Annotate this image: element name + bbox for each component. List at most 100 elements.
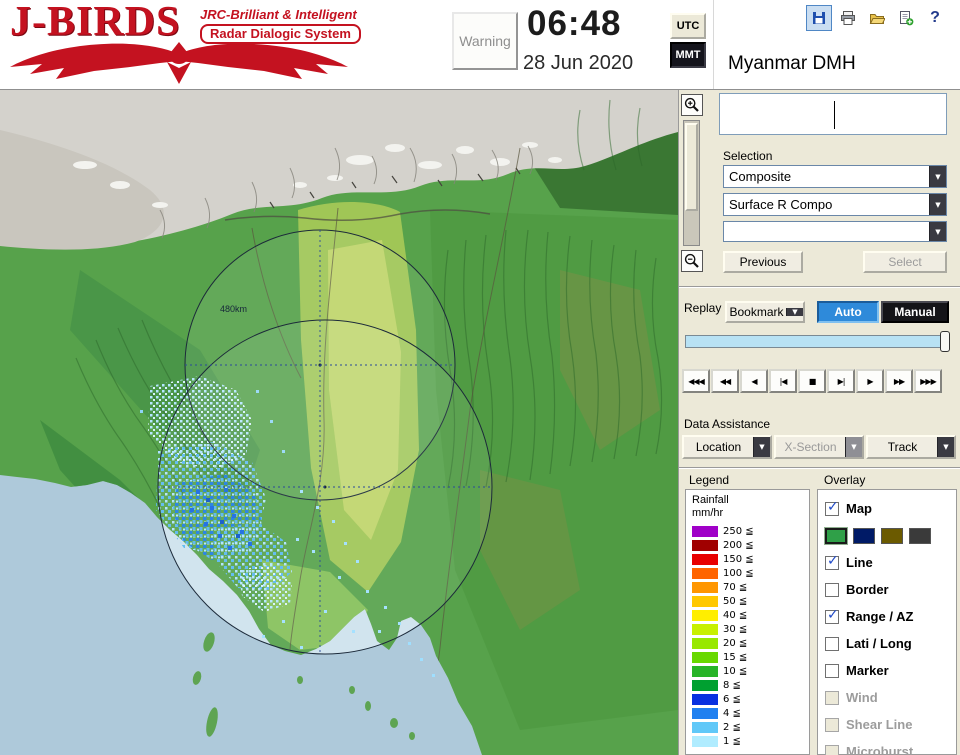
- sub-product-combo[interactable]: ▼: [723, 221, 947, 242]
- composite-combo[interactable]: Composite ▼: [723, 165, 947, 188]
- legend-row: 20 ≦: [692, 636, 803, 650]
- manual-toggle-button[interactable]: Manual: [881, 301, 949, 323]
- control-panel: Selection Composite ▼ Surface R Compo ▼ …: [678, 90, 960, 755]
- help-button[interactable]: ?: [922, 5, 948, 31]
- rainfall-legend: Rainfall mm/hr 250 ≦ 200 ≦ 150 ≦ 100 ≦ 7…: [685, 489, 810, 755]
- playback-button[interactable]: ▶: [856, 369, 884, 393]
- playback-button[interactable]: |◀: [769, 369, 797, 393]
- playback-button[interactable]: ◀: [740, 369, 768, 393]
- checkbox[interactable]: [825, 663, 839, 678]
- legend-row: 2 ≦: [692, 720, 803, 734]
- print-icon: [841, 11, 855, 25]
- overlay-item[interactable]: Range / AZ: [825, 603, 949, 630]
- map-color-swatch[interactable]: [824, 526, 848, 545]
- checkbox[interactable]: [825, 636, 839, 651]
- clock-time: 06:48: [527, 4, 622, 43]
- legend-row: 6 ≦: [692, 692, 803, 706]
- legend-color-swatch: [692, 595, 718, 607]
- data-assistance-button[interactable]: Track ▼: [866, 435, 956, 459]
- data-assistance-button[interactable]: Location ▼: [682, 435, 772, 459]
- checkbox[interactable]: [825, 744, 839, 755]
- legend-color-swatch: [692, 693, 718, 705]
- overlay-item[interactable]: Border: [825, 576, 949, 603]
- checkbox[interactable]: [825, 582, 839, 597]
- open-folder-icon: [869, 14, 885, 24]
- utc-toggle-button[interactable]: UTC: [670, 13, 706, 39]
- save-icon: [813, 12, 825, 24]
- replay-label: Replay: [684, 301, 722, 315]
- data-assistance-label: Data Assistance: [684, 417, 771, 431]
- chevron-down-icon[interactable]: ▼: [786, 308, 803, 316]
- playback-button[interactable]: ◀◀: [711, 369, 739, 393]
- help-icon: ?: [930, 9, 940, 26]
- clock-date: 28 Jun 2020: [523, 52, 634, 74]
- overlay-item[interactable]: Lati / Long: [825, 630, 949, 657]
- legend-row: 150 ≦: [692, 552, 803, 566]
- chevron-down-icon[interactable]: ▼: [937, 437, 954, 457]
- checkbox[interactable]: [825, 553, 839, 570]
- select-button[interactable]: Select: [863, 251, 947, 273]
- checkbox[interactable]: [825, 717, 839, 732]
- header-bar: J-BIRDS JRC-Brilliant & Intelligent Rada…: [0, 0, 960, 90]
- legend-color-swatch: [692, 623, 718, 635]
- overlay-item[interactable]: Map: [825, 495, 949, 522]
- overlay-item[interactable]: Line: [825, 549, 949, 576]
- print-button[interactable]: [835, 5, 861, 31]
- bookmark-button[interactable]: Bookmark ▼: [725, 301, 805, 323]
- jbirds-app: J-BIRDS JRC-Brilliant & Intelligent Rada…: [0, 0, 960, 755]
- replay-slider-handle[interactable]: [940, 331, 950, 352]
- playback-button[interactable]: ▶|: [827, 369, 855, 393]
- checkbox[interactable]: [825, 690, 839, 705]
- legend-row: 4 ≦: [692, 706, 803, 720]
- playback-button[interactable]: ▶▶: [885, 369, 913, 393]
- map-color-options: [824, 522, 949, 549]
- zoom-in-icon: [684, 97, 699, 112]
- map-color-swatch[interactable]: [881, 527, 903, 544]
- checkbox[interactable]: [825, 607, 839, 624]
- zoom-in-button[interactable]: [681, 94, 703, 116]
- product-combo[interactable]: Surface R Compo ▼: [723, 193, 947, 216]
- eagle-logo-icon: [10, 42, 348, 84]
- map-color-swatch[interactable]: [909, 527, 931, 544]
- text-caret: [834, 101, 835, 129]
- data-assistance-button[interactable]: X-Section ▼: [774, 435, 864, 459]
- logo-tagline-1: JRC-Brilliant & Intelligent: [200, 7, 357, 22]
- previous-button[interactable]: Previous: [723, 251, 803, 273]
- export-button[interactable]: [893, 5, 919, 31]
- legend-color-swatch: [692, 525, 718, 537]
- overlay-item[interactable]: Microburst: [825, 738, 949, 755]
- overlay-item[interactable]: Shear Line: [825, 711, 949, 738]
- legend-row: 40 ≦: [692, 608, 803, 622]
- map-color-swatch[interactable]: [853, 527, 875, 544]
- zoom-scrollbar-thumb[interactable]: [685, 123, 698, 211]
- overlay-label: Overlay: [824, 473, 866, 487]
- radar-map[interactable]: 480km: [0, 90, 678, 755]
- legend-row: 15 ≦: [692, 650, 803, 664]
- playback-button[interactable]: ■: [798, 369, 826, 393]
- chevron-down-icon[interactable]: ▼: [929, 222, 946, 241]
- chevron-down-icon[interactable]: ▼: [929, 166, 946, 187]
- overlay-item[interactable]: Marker: [825, 657, 949, 684]
- legend-row: 10 ≦: [692, 664, 803, 678]
- save-button[interactable]: [806, 5, 832, 31]
- auto-toggle-button[interactable]: Auto: [817, 301, 879, 323]
- chevron-down-icon[interactable]: ▼: [845, 437, 862, 457]
- legend-color-swatch: [692, 651, 718, 663]
- chevron-down-icon[interactable]: ▼: [929, 194, 946, 215]
- legend-row: 70 ≦: [692, 580, 803, 594]
- replay-slider[interactable]: [685, 331, 950, 352]
- open-folder-button[interactable]: [864, 5, 890, 31]
- zoom-out-button[interactable]: [681, 250, 703, 272]
- warning-button[interactable]: Warning: [452, 12, 518, 70]
- legend-color-swatch: [692, 679, 718, 691]
- overlay-item[interactable]: Wind: [825, 684, 949, 711]
- chevron-down-icon[interactable]: ▼: [753, 437, 770, 457]
- playback-button[interactable]: ▶▶▶: [914, 369, 942, 393]
- zoom-scrollbar[interactable]: [683, 120, 700, 246]
- playback-button[interactable]: ◀◀◀: [682, 369, 710, 393]
- legend-color-swatch: [692, 707, 718, 719]
- mmt-toggle-button[interactable]: MMT: [670, 42, 706, 68]
- station-input[interactable]: [719, 93, 947, 135]
- overlay-options: Map Line: [817, 489, 957, 755]
- checkbox[interactable]: [825, 499, 839, 516]
